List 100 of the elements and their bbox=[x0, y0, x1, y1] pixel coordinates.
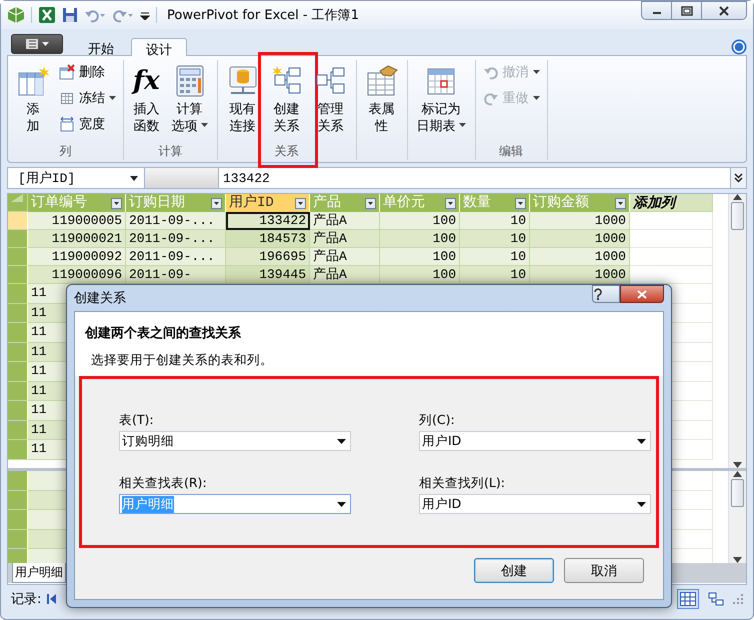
caret-icon bbox=[532, 96, 540, 100]
table-cell: 产品A bbox=[310, 266, 380, 284]
filter-icon[interactable] bbox=[365, 198, 376, 208]
grid-view-button[interactable] bbox=[677, 589, 699, 609]
table-cell: 119000005 bbox=[28, 212, 126, 230]
close-button[interactable] bbox=[620, 285, 664, 303]
row-selector[interactable] bbox=[8, 420, 28, 440]
file-menu-button[interactable] bbox=[11, 34, 63, 54]
save-icon[interactable] bbox=[62, 7, 78, 23]
filter-icon[interactable] bbox=[211, 198, 222, 208]
row-selector[interactable] bbox=[8, 549, 28, 563]
restore-icon bbox=[680, 6, 692, 16]
table-cell: 100 bbox=[380, 248, 460, 266]
create-button[interactable]: 创建 bbox=[474, 558, 554, 583]
group-label: 计算 bbox=[157, 143, 184, 160]
minimize-button[interactable] bbox=[641, 1, 671, 20]
table-cell: 119000092 bbox=[28, 248, 126, 266]
help-icon[interactable] bbox=[731, 39, 747, 55]
dropdown-field[interactable]: 用户ID bbox=[419, 431, 651, 451]
dropdown-field[interactable]: 订购明细 bbox=[119, 431, 351, 451]
ribbon-button[interactable]: fx 插入 函数 bbox=[128, 60, 165, 142]
row-selector[interactable] bbox=[8, 248, 28, 266]
filter-icon[interactable] bbox=[111, 198, 122, 208]
database-icon bbox=[226, 65, 259, 97]
row-selector[interactable] bbox=[8, 284, 28, 304]
ribbon-button[interactable]: 管理 关系 bbox=[310, 60, 352, 142]
ribbon-tab[interactable]: 设计 bbox=[131, 38, 187, 56]
row-selector[interactable] bbox=[8, 342, 28, 362]
row-selector[interactable] bbox=[8, 230, 28, 248]
select-all-icon bbox=[11, 194, 23, 202]
filter-icon[interactable] bbox=[445, 198, 456, 208]
row-selector[interactable] bbox=[8, 212, 28, 230]
filter-icon[interactable] bbox=[295, 198, 306, 208]
scroll-thumb[interactable] bbox=[731, 479, 744, 507]
excel-icon[interactable] bbox=[38, 6, 56, 24]
dropdown-arrow-icon bbox=[637, 438, 646, 444]
column-header[interactable]: 用户ID bbox=[226, 194, 310, 212]
filter-icon[interactable] bbox=[615, 198, 626, 208]
sheet-tab[interactable]: 用户明细 bbox=[12, 563, 66, 583]
row-selector[interactable] bbox=[8, 471, 28, 490]
first-record-icon[interactable] bbox=[47, 594, 56, 604]
caret-icon bbox=[42, 42, 48, 46]
corner-cell[interactable] bbox=[8, 194, 28, 212]
scroll-thumb[interactable] bbox=[731, 202, 744, 230]
table-cell: 100 bbox=[380, 212, 460, 230]
table-cell: 1000 bbox=[530, 230, 630, 248]
delete-icon bbox=[59, 64, 75, 80]
table-cell: 产品A bbox=[310, 248, 380, 266]
close-button[interactable] bbox=[701, 1, 747, 20]
ribbon-button[interactable]: 现有 连接 bbox=[222, 60, 264, 142]
row-selector[interactable] bbox=[8, 382, 28, 401]
resize-grip-icon bbox=[733, 594, 743, 604]
cancel-button[interactable]: 取消 bbox=[564, 558, 644, 583]
table-cell: 139445 bbox=[226, 266, 310, 284]
table-cell: 10 bbox=[460, 266, 530, 284]
caret-icon bbox=[109, 96, 116, 100]
group-label: 列 bbox=[58, 143, 72, 160]
table-cell: 产品A bbox=[310, 230, 380, 248]
filter-icon[interactable] bbox=[515, 198, 526, 208]
ribbon-button[interactable]: 表属 性 bbox=[360, 60, 403, 142]
ribbon-button[interactable]: 创建 关系 bbox=[266, 60, 308, 142]
row-selector[interactable] bbox=[8, 304, 28, 323]
record-label: 记录: bbox=[11, 591, 42, 608]
ribbon-button[interactable]: 删除 bbox=[56, 61, 108, 83]
ribbon-button[interactable]: 宽度 bbox=[56, 113, 108, 135]
row-selector[interactable] bbox=[8, 401, 28, 420]
table-cell: 10 bbox=[460, 212, 530, 230]
ribbon-button[interactable]: 计算 选项 bbox=[166, 60, 213, 142]
calculator-icon bbox=[174, 65, 206, 97]
ribbon-tab[interactable]: 开始 bbox=[73, 37, 129, 55]
dropdown-arrow-icon bbox=[337, 438, 346, 444]
scroll-bar[interactable] bbox=[728, 471, 746, 563]
restore-button[interactable] bbox=[671, 1, 701, 20]
row-selector[interactable] bbox=[8, 362, 28, 382]
dropdown-field[interactable]: 用户ID bbox=[419, 494, 651, 514]
scroll-down-icon bbox=[733, 462, 742, 468]
close-icon bbox=[718, 6, 730, 16]
row-selector[interactable] bbox=[8, 510, 28, 530]
row-selector[interactable] bbox=[8, 490, 28, 510]
row-selector[interactable] bbox=[8, 323, 28, 342]
table-cell: 2011-09- bbox=[126, 266, 226, 284]
scroll-up-icon bbox=[733, 194, 742, 200]
field-label: 相关查找表(R): bbox=[119, 475, 208, 492]
row-selector[interactable] bbox=[8, 440, 28, 460]
row-selector[interactable] bbox=[8, 266, 28, 284]
table-cell: 1000 bbox=[530, 212, 630, 230]
scroll-bar[interactable] bbox=[728, 194, 746, 468]
ribbon-button[interactable]: 冻结 bbox=[56, 87, 119, 109]
table-cell: 100 bbox=[380, 266, 460, 284]
table-properties-icon bbox=[366, 65, 398, 97]
table-cell: 10 bbox=[460, 230, 530, 248]
table-cell: 2011-09-... bbox=[126, 230, 226, 248]
table-cell: 184573 bbox=[226, 230, 310, 248]
add-column-header[interactable]: 添加列 bbox=[630, 194, 713, 212]
ribbon-button[interactable]: 标记为 日期表 bbox=[412, 60, 471, 142]
add-column-icon bbox=[17, 65, 49, 97]
row-selector[interactable] bbox=[8, 530, 28, 549]
ribbon-button[interactable]: 添 加 bbox=[12, 60, 54, 142]
customize-icon[interactable] bbox=[140, 10, 150, 20]
help-button[interactable] bbox=[592, 285, 620, 303]
